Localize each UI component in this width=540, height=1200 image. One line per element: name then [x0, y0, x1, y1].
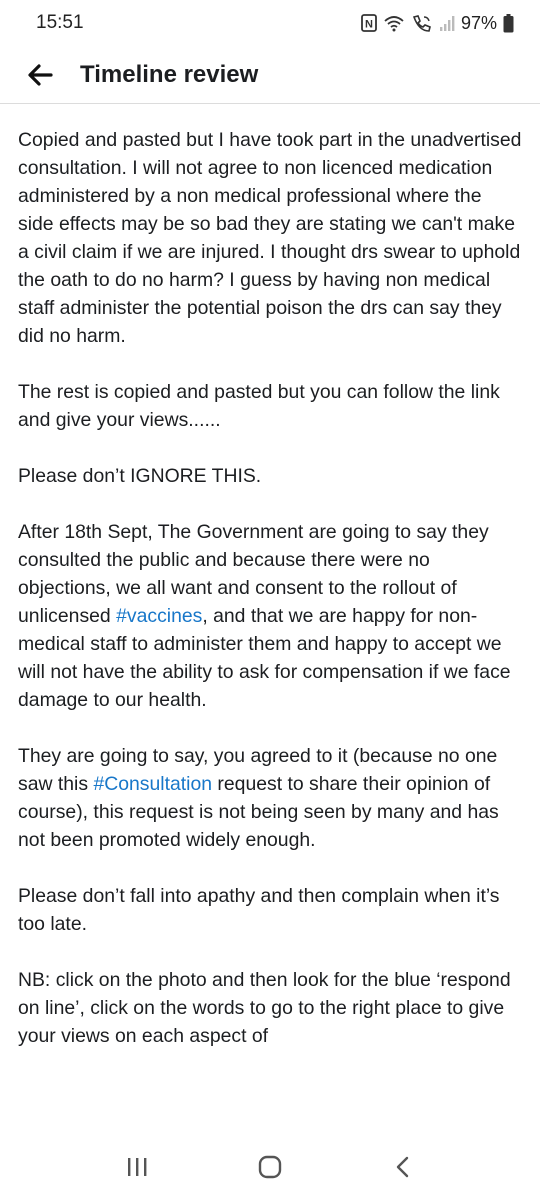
back-button[interactable] [0, 46, 80, 104]
post-paragraph-2: The rest is copied and pasted but you ca… [18, 381, 500, 431]
nfc-icon: N [361, 14, 377, 32]
battery-icon [503, 13, 514, 33]
home-button[interactable] [240, 1142, 300, 1192]
hashtag-vaccines-link[interactable]: #vaccines [116, 605, 202, 627]
post-paragraph-6: Please don’t fall into apathy and then c… [18, 885, 500, 935]
post-paragraph-1: Copied and pasted but I have took part i… [18, 129, 522, 347]
svg-text:N: N [365, 19, 373, 31]
post-paragraph-5: They are going to say, you agreed to it … [18, 742, 522, 854]
wifi-icon [383, 14, 405, 32]
status-bar: 15:51 N 97% [0, 0, 540, 46]
hashtag-consultation-link[interactable]: #Consultation [93, 773, 212, 795]
app-header: Timeline review [0, 46, 540, 104]
status-time: 15:51 [36, 12, 84, 33]
post-paragraph-4: After 18th Sept, The Government are goin… [18, 518, 522, 714]
back-nav-button[interactable] [373, 1142, 433, 1192]
post-body[interactable]: Copied and pasted but I have took part i… [0, 104, 540, 1134]
back-icon [397, 1156, 409, 1178]
wifi-call-icon [411, 14, 433, 32]
post-paragraph-3: Please don’t IGNORE THIS. [18, 465, 262, 487]
recent-apps-button[interactable] [107, 1142, 167, 1192]
status-icons: N 97% [361, 13, 514, 34]
page-title: Timeline review [80, 60, 259, 88]
signal-icon [439, 14, 455, 32]
arrow-left-icon [28, 63, 53, 86]
system-nav-bar [0, 1134, 540, 1200]
post-paragraph-7: NB: click on the photo and then look for… [18, 969, 511, 1047]
recent-apps-icon [127, 1158, 147, 1176]
battery-percent: 97% [460, 12, 497, 33]
home-icon [258, 1155, 282, 1179]
